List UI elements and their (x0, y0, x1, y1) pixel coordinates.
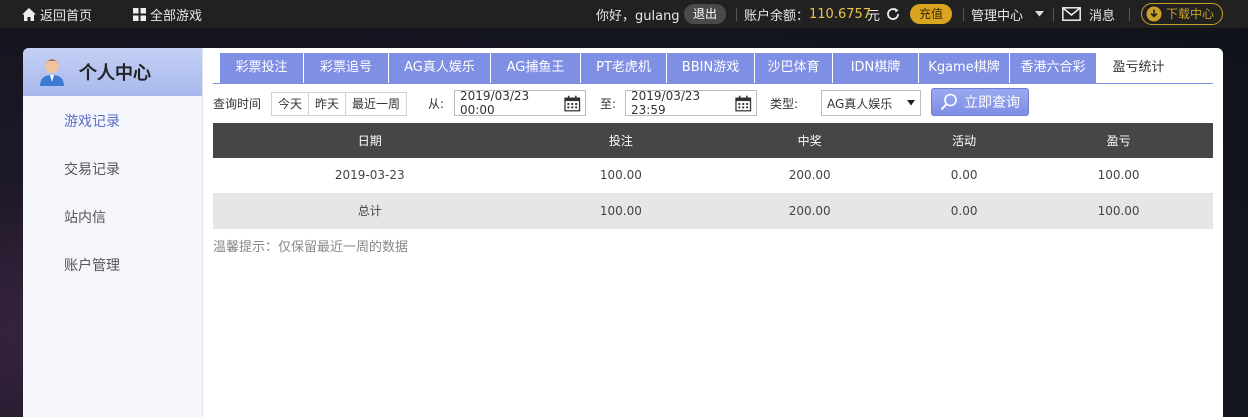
manage-center-menu[interactable]: 管理中心 (971, 0, 1045, 28)
end-date-field[interactable]: 2019/03/23 23:59 (625, 89, 757, 117)
tab-hk-mark-six[interactable]: 香港六合彩 (1010, 53, 1097, 83)
end-date-value: 2019/03/23 23:59 (631, 89, 701, 117)
home-link[interactable]: 返回首页 (22, 0, 92, 28)
table-cell: 100.00 (526, 158, 716, 194)
tab-saba-sports[interactable]: 沙巴体育 (755, 53, 833, 83)
game-type-value: AG真人娱乐 (827, 96, 893, 111)
game-type-select[interactable]: AG真人娱乐 (821, 90, 921, 116)
table-cell: 0.00 (904, 193, 1025, 229)
greeting-text: 你好，gulang (596, 8, 680, 24)
messages-label: 消息 (1089, 8, 1116, 24)
main-content: 彩票投注 彩票追号 AG真人娱乐 AG捕鱼王 PT老虎机 BBIN游戏 沙巴体育… (213, 48, 1213, 417)
table-cell: 200.00 (715, 193, 905, 229)
sidebar: 个人中心 游戏记录 交易记录 站内信 账户管理 (23, 48, 203, 417)
from-label: 从: (428, 96, 445, 111)
download-icon (1146, 6, 1162, 22)
caret-down-icon (1035, 11, 1045, 17)
divider (736, 8, 737, 21)
divider (963, 8, 964, 21)
account-panel: 个人中心 游戏记录 交易记录 站内信 账户管理 彩票投注 彩票追号 AG真人娱乐… (23, 48, 1223, 417)
column-header-date: 日期 (213, 123, 527, 158)
tab-ag-fishing[interactable]: AG捕鱼王 (491, 53, 581, 83)
quick-range-today[interactable]: 今天 (272, 93, 310, 115)
divider (1129, 8, 1130, 21)
profit-loss-table: 日期 投注 中奖 活动 盈亏 2019-03-23 100.00 200.00 … (213, 123, 1213, 229)
game-tabs: 彩票投注 彩票追号 AG真人娱乐 AG捕鱼王 PT老虎机 BBIN游戏 沙巴体育… (220, 53, 1180, 83)
calendar-icon[interactable] (735, 95, 752, 112)
table-cell: 2019-03-23 (213, 158, 527, 194)
table-cell: 200.00 (715, 158, 905, 194)
calendar-icon[interactable] (564, 95, 581, 112)
home-icon (22, 7, 36, 21)
column-header-bets: 投注 (526, 123, 716, 158)
tab-lottery-chase[interactable]: 彩票追号 (304, 53, 389, 83)
column-header-promotion: 活动 (904, 123, 1025, 158)
tab-ag-live[interactable]: AG真人娱乐 (389, 53, 491, 83)
balance-label: 账户余额： (744, 8, 810, 24)
retention-notice: 温馨提示：仅保留最近一周的数据 (213, 240, 409, 255)
tab-idn-chess[interactable]: IDN棋牌 (833, 53, 919, 83)
all-games-link[interactable]: 全部游戏 (133, 0, 202, 28)
refresh-icon (887, 8, 899, 20)
query-form: 查询时间 今天 昨天 最近一周 从: 2019/03/23 00:00 至: 2… (213, 88, 1213, 118)
to-label: 至: (600, 96, 617, 111)
search-icon (940, 93, 957, 111)
search-button[interactable]: 立即查询 (931, 88, 1029, 116)
table-cell: 100.00 (1024, 193, 1213, 229)
sidebar-title: 个人中心 (79, 63, 151, 84)
table-cell: 总计 (213, 193, 527, 229)
recharge-button[interactable]: 充值 (910, 4, 953, 24)
search-button-label: 立即查询 (964, 95, 1020, 111)
sidebar-item-account-management[interactable]: 账户管理 (64, 255, 120, 275)
start-date-value: 2019/03/23 00:00 (460, 89, 530, 117)
all-games-label: 全部游戏 (150, 8, 203, 24)
sidebar-item-transaction-records[interactable]: 交易记录 (64, 159, 120, 179)
tab-bbin-games[interactable]: BBIN游戏 (667, 53, 755, 83)
caret-down-icon (907, 100, 915, 106)
sidebar-item-inbox[interactable]: 站内信 (64, 207, 106, 227)
refresh-balance-button[interactable] (885, 0, 901, 28)
query-time-label: 查询时间 (213, 96, 262, 111)
grid-icon (133, 7, 146, 21)
column-header-profit-loss: 盈亏 (1024, 123, 1213, 158)
tab-lottery-bets[interactable]: 彩票投注 (220, 53, 304, 83)
home-link-label: 返回首页 (40, 8, 93, 24)
tab-underline (213, 83, 1213, 84)
quick-range-last-week[interactable]: 最近一周 (346, 93, 407, 115)
type-label: 类型: (770, 96, 799, 111)
quick-range-selector: 今天 昨天 最近一周 (271, 92, 408, 116)
table-cell: 0.00 (904, 158, 1025, 194)
column-header-winnings: 中奖 (715, 123, 905, 158)
currency-label: 元 (867, 8, 881, 24)
sidebar-item-game-records[interactable]: 游戏记录 (64, 111, 120, 131)
manage-center-label: 管理中心 (971, 8, 1024, 24)
envelope-icon (1062, 7, 1081, 21)
table-total-row: 总计 100.00 200.00 0.00 100.00 (213, 193, 1213, 229)
table-cell: 100.00 (1024, 158, 1213, 194)
tab-kgame-chess[interactable]: Kgame棋牌 (919, 53, 1010, 83)
tab-profit-loss[interactable]: 盈亏统计 (1097, 53, 1180, 83)
top-bar: 返回首页 全部游戏 你好，gulang 退出 账户余额： 110.6757 元 … (0, 0, 1248, 28)
tab-pt-slots[interactable]: PT老虎机 (581, 53, 667, 83)
messages-link[interactable]: 消息 (1062, 0, 1115, 28)
start-date-field[interactable]: 2019/03/23 00:00 (454, 89, 586, 117)
table-header-row: 日期 投注 中奖 活动 盈亏 (213, 123, 1213, 158)
user-icon (40, 59, 64, 86)
divider (1053, 8, 1054, 21)
sidebar-header: 个人中心 (23, 48, 202, 96)
logout-button[interactable]: 退出 (684, 4, 727, 24)
table-cell: 100.00 (526, 193, 716, 229)
table-row: 2019-03-23 100.00 200.00 0.00 100.00 (213, 158, 1213, 194)
quick-range-yesterday[interactable]: 昨天 (309, 93, 347, 115)
download-center-button[interactable]: 下载中心 (1141, 3, 1224, 25)
balance-value: 110.6757 (809, 6, 872, 22)
download-center-label: 下载中心 (1166, 7, 1215, 21)
